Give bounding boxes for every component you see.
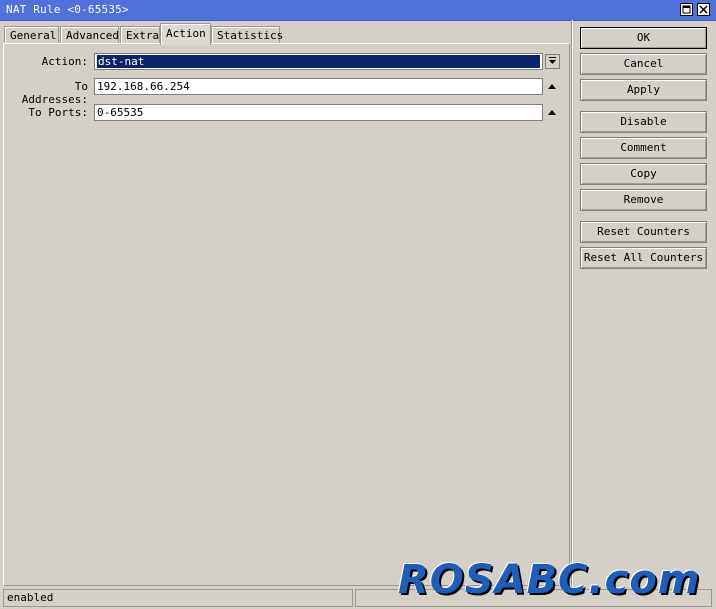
- tab-action[interactable]: Action: [160, 23, 211, 45]
- action-value: dst-nat: [97, 55, 540, 68]
- action-select[interactable]: dst-nat: [94, 53, 543, 70]
- chevron-down-icon: [549, 57, 556, 64]
- ok-button[interactable]: OK: [580, 27, 707, 49]
- maximize-button[interactable]: [680, 3, 693, 16]
- action-dropdown-button[interactable]: [545, 54, 560, 69]
- apply-button[interactable]: Apply: [580, 79, 707, 101]
- comment-button[interactable]: Comment: [580, 137, 707, 159]
- reset-all-counters-button[interactable]: Reset All Counters: [580, 247, 707, 269]
- disable-button[interactable]: Disable: [580, 111, 707, 133]
- collapse-up-icon[interactable]: [546, 81, 558, 91]
- tab-extra[interactable]: Extra: [120, 26, 160, 44]
- nat-rule-window: NAT Rule <0-65535> General Advanced Extr…: [0, 0, 716, 609]
- remove-button[interactable]: Remove: [580, 189, 707, 211]
- status-bar-text: enabled: [3, 589, 353, 607]
- to-ports-label: To Ports:: [28, 106, 88, 119]
- copy-button[interactable]: Copy: [580, 163, 707, 185]
- window-title: NAT Rule <0-65535>: [6, 3, 129, 16]
- action-label: Action:: [41, 55, 88, 68]
- tab-general[interactable]: General: [4, 26, 59, 44]
- to-addresses-input[interactable]: 192.168.66.254: [94, 78, 543, 95]
- panel-separator: [571, 20, 573, 586]
- close-button[interactable]: [697, 3, 710, 16]
- close-icon: [699, 5, 708, 14]
- to-addresses-label: To Addresses:: [21, 80, 88, 106]
- tab-advanced[interactable]: Advanced: [60, 26, 119, 44]
- status-bar-secondary: [355, 589, 712, 607]
- maximize-icon: [682, 5, 691, 14]
- reset-counters-button[interactable]: Reset Counters: [580, 221, 707, 243]
- cancel-button[interactable]: Cancel: [580, 53, 707, 75]
- to-ports-input[interactable]: 0-65535: [94, 104, 543, 121]
- tab-statistics[interactable]: Statistics: [211, 26, 283, 44]
- tab-content-panel: [3, 43, 570, 586]
- collapse-up-icon[interactable]: [546, 107, 558, 117]
- title-bar[interactable]: NAT Rule <0-65535>: [0, 0, 716, 21]
